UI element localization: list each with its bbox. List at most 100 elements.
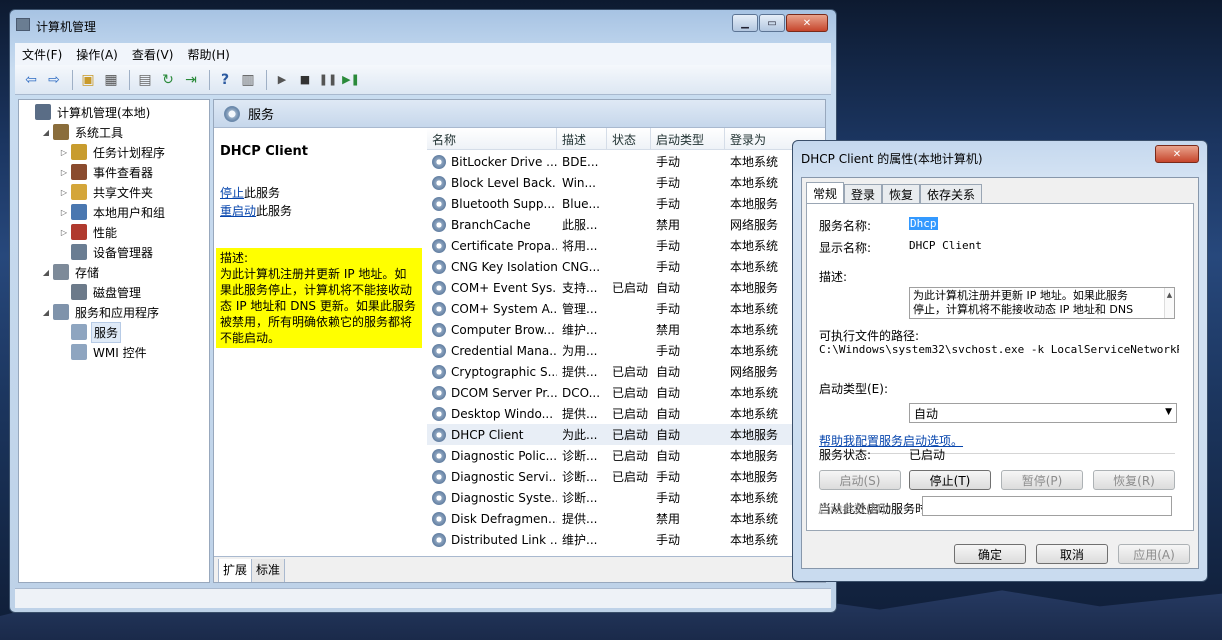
tree-item-label: 计算机管理(本地) — [57, 105, 151, 120]
start-button[interactable]: 启动(S) — [819, 470, 901, 490]
divider — [819, 453, 1175, 454]
expand-arrow-icon[interactable]: ◢ — [41, 308, 51, 317]
dialog-title-bar[interactable]: DHCP Client 的属性(本地计算机) ✕ — [793, 141, 1207, 173]
tree-item[interactable]: ◢ 存储 — [41, 262, 101, 282]
tree-item[interactable]: ▷ 任务计划程序 — [59, 142, 167, 162]
service-row[interactable]: DCOM Server Pr... DCO... 已启动 自动 本地系统 — [427, 382, 825, 403]
service-row[interactable]: Bluetooth Supp... Blue... 手动 本地服务 — [427, 193, 825, 214]
tree-item[interactable]: ▷ 性能 — [59, 222, 119, 242]
column-header[interactable]: 状态 — [607, 128, 651, 150]
help-icon[interactable]: ? — [215, 70, 235, 90]
pause-service-icon[interactable]: ❚❚ — [318, 70, 338, 90]
expand-arrow-icon[interactable]: ◢ — [41, 268, 51, 277]
expand-arrow-icon[interactable]: ▷ — [59, 208, 69, 217]
restart-suffix: 此服务 — [256, 204, 293, 218]
service-row[interactable]: Diagnostic Servi... 诊断... 已启动 手动 本地服务 — [427, 466, 825, 487]
service-row[interactable]: CNG Key Isolation CNG... 手动 本地系统 — [427, 256, 825, 277]
tab-logon[interactable]: 登录 — [844, 184, 883, 204]
expand-arrow-icon[interactable]: ◢ — [41, 128, 51, 137]
menu-help[interactable]: 帮助(H) — [180, 46, 236, 63]
column-header[interactable]: 描述 — [557, 128, 607, 150]
back-arrow-icon[interactable]: ⇦ — [21, 70, 41, 90]
service-cell: 禁用 — [656, 512, 681, 526]
service-properties-dialog: DHCP Client 的属性(本地计算机) ✕ 常规 登录 恢复 依存关系 服… — [792, 140, 1208, 582]
up-folder-icon[interactable]: ▣ — [78, 70, 98, 90]
cancel-button[interactable]: 取消 — [1036, 544, 1108, 564]
tree-item[interactable]: 计算机管理(本地) — [23, 102, 152, 122]
service-row[interactable]: Distributed Link ... 维护... 手动 本地系统 — [427, 529, 825, 550]
properties-icon[interactable]: ▤ — [135, 70, 155, 90]
service-row[interactable]: Desktop Windo... 提供... 已启动 自动 本地系统 — [427, 403, 825, 424]
title-bar[interactable]: 计算机管理 ▁ ▭ ✕ — [10, 10, 836, 40]
refresh-icon[interactable]: ↻ — [158, 70, 178, 90]
show-hide-tree-icon[interactable]: ▦ — [101, 70, 121, 90]
tab-standard[interactable]: 标准 — [251, 559, 286, 582]
tree-item[interactable]: 设备管理器 — [59, 242, 155, 262]
export-list-icon[interactable]: ⇥ — [181, 70, 201, 90]
service-row[interactable]: Disk Defragmen... 提供... 禁用 本地系统 — [427, 508, 825, 529]
maximize-button[interactable]: ▭ — [759, 14, 785, 32]
start-service-icon[interactable]: ▶ — [272, 70, 292, 90]
start-params-input[interactable] — [922, 496, 1172, 516]
stop-button[interactable]: 停止(T) — [909, 470, 991, 490]
expand-arrow-icon[interactable]: ▷ — [59, 148, 69, 157]
tree-item[interactable]: 磁盘管理 — [59, 282, 143, 302]
tree-item-label: WMI 控件 — [93, 345, 147, 360]
show-action-pane-icon[interactable]: ▥ — [238, 70, 258, 90]
tree-item[interactable]: ▷ 本地用户和组 — [59, 202, 167, 222]
service-name-value[interactable]: Dhcp — [909, 217, 938, 230]
service-description: 描述: 为此计算机注册并更新 IP 地址。如果此服务停止，计算机将不能接收动态 … — [216, 248, 422, 348]
tree-item[interactable]: ▷ 事件查看器 — [59, 162, 155, 182]
service-row[interactable]: DHCP Client 为此... 已启动 自动 本地服务 — [427, 424, 825, 445]
expand-arrow-icon[interactable]: ▷ — [59, 228, 69, 237]
column-header[interactable]: 名称 — [427, 128, 557, 150]
stop-service-link[interactable]: 停止 — [220, 186, 244, 200]
service-row[interactable]: Block Level Back... Win... 手动 本地系统 — [427, 172, 825, 193]
tree-item[interactable]: WMI 控件 — [59, 342, 149, 362]
tree-item[interactable]: ◢ 系统工具 — [41, 122, 125, 142]
stop-service-icon[interactable]: ■ — [295, 70, 315, 90]
forward-arrow-icon[interactable]: ⇨ — [44, 70, 64, 90]
service-row[interactable]: BitLocker Drive ... BDE... 手动 本地系统 — [427, 151, 825, 172]
service-row[interactable]: Credential Mana... 为用... 手动 本地系统 — [427, 340, 825, 361]
startup-type-select[interactable]: 自动 ▼ — [909, 403, 1177, 423]
restart-service-link[interactable]: 重启动 — [220, 204, 256, 218]
menu-view[interactable]: 查看(V) — [125, 46, 181, 63]
executable-path-value[interactable]: C:\Windows\system32\svchost.exe -k Local… — [819, 343, 1179, 356]
ok-button[interactable]: 确定 — [954, 544, 1026, 564]
service-cell: 自动 — [656, 428, 681, 442]
minimize-button[interactable]: ▁ — [732, 14, 758, 32]
service-row[interactable]: Diagnostic Polic... 诊断... 已启动 自动 本地服务 — [427, 445, 825, 466]
pause-button[interactable]: 暂停(P) — [1001, 470, 1083, 490]
service-cell: 提供... — [562, 512, 598, 526]
expand-arrow-icon[interactable]: ▷ — [59, 168, 69, 177]
apply-button[interactable]: 应用(A) — [1118, 544, 1190, 564]
tab-general[interactable]: 常规 — [806, 182, 845, 204]
service-cell: 支持... — [562, 281, 598, 295]
dialog-close-button[interactable]: ✕ — [1155, 145, 1199, 163]
tab-recovery[interactable]: 恢复 — [882, 184, 921, 204]
description-scrollbar[interactable]: ▲▼ — [1164, 288, 1174, 318]
menu-file[interactable]: 文件(F) — [15, 46, 69, 63]
restart-service-icon[interactable]: ▶❚ — [341, 70, 361, 90]
display-name-value[interactable]: DHCP Client — [909, 239, 982, 252]
close-button[interactable]: ✕ — [786, 14, 828, 32]
tree-item[interactable]: 服务 — [59, 321, 122, 343]
service-row[interactable]: Certificate Propa... 将用... 手动 本地系统 — [427, 235, 825, 256]
resume-button[interactable]: 恢复(R) — [1093, 470, 1175, 490]
service-row[interactable]: COM+ System A... 管理... 手动 本地系统 — [427, 298, 825, 319]
description-textbox[interactable]: 为此计算机注册并更新 IP 地址。如果此服务 停止，计算机将不能接收动态 IP … — [909, 287, 1175, 319]
service-gear-icon — [432, 175, 446, 190]
service-row[interactable]: Computer Brow... 维护... 禁用 本地系统 — [427, 319, 825, 340]
tree-item[interactable]: ▷ 共享文件夹 — [59, 182, 155, 202]
column-header[interactable]: 启动类型 — [651, 128, 725, 150]
service-row[interactable]: Cryptographic S... 提供... 已启动 自动 网络服务 — [427, 361, 825, 382]
tab-extended[interactable]: 扩展 — [218, 559, 253, 582]
menu-action[interactable]: 操作(A) — [69, 46, 125, 63]
tree-item[interactable]: ◢ 服务和应用程序 — [41, 302, 161, 322]
service-row[interactable]: Diagnostic Syste... 诊断... 手动 本地系统 — [427, 487, 825, 508]
service-row[interactable]: COM+ Event Sys... 支持... 已启动 自动 本地服务 — [427, 277, 825, 298]
service-row[interactable]: BranchCache 此服... 禁用 网络服务 — [427, 214, 825, 235]
tab-dependencies[interactable]: 依存关系 — [920, 184, 983, 204]
expand-arrow-icon[interactable]: ▷ — [59, 188, 69, 197]
